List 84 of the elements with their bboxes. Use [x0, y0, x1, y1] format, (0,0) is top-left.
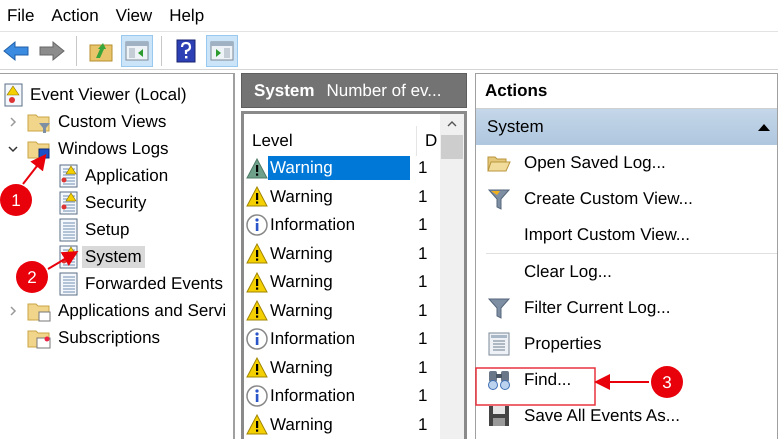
event-level[interactable]: Information — [268, 327, 410, 352]
callout-badge — [16, 261, 48, 293]
tree-item[interactable]: Setup — [82, 218, 132, 240]
properties-icon — [488, 332, 510, 356]
callout-number: 2 — [27, 268, 37, 287]
table-cell-text: 1 — [417, 158, 428, 178]
binoculars-icon — [486, 369, 512, 391]
tree-item[interactable]: Windows Logs — [55, 138, 172, 160]
event-level[interactable]: Warning — [268, 298, 410, 323]
action-link[interactable]: Import Custom View... — [524, 225, 690, 245]
scrollbar[interactable] — [440, 114, 464, 439]
info-icon — [246, 385, 268, 408]
log-warning-icon — [58, 164, 78, 188]
warning-icon — [246, 300, 268, 322]
table-cell-text: 1 — [417, 215, 428, 236]
funnel-icon — [488, 188, 510, 210]
event-level[interactable]: Warning — [268, 412, 410, 437]
tree-item[interactable]: Custom Views — [55, 110, 170, 132]
help-icon — [176, 38, 196, 63]
callout-badge — [0, 184, 32, 216]
warning-icon — [246, 272, 268, 293]
scroll-up-icon[interactable] — [447, 120, 457, 127]
warning-icon — [246, 158, 268, 179]
event-level[interactable]: Information — [268, 384, 410, 408]
menu-item[interactable]: Help — [166, 6, 218, 26]
log-icon — [58, 272, 78, 296]
action-link[interactable]: Find... — [524, 370, 572, 390]
table-cell-text: 1 — [417, 300, 428, 321]
scroll-thumb[interactable] — [441, 135, 463, 159]
tree-pane-icon — [125, 40, 149, 62]
event-level[interactable]: Warning — [268, 156, 410, 180]
warning-icon — [246, 357, 268, 378]
pane-title: System — [253, 80, 316, 100]
warning-icon — [246, 414, 268, 436]
funnel-icon — [488, 297, 510, 319]
log-icon — [58, 218, 78, 242]
menu-item[interactable]: View — [112, 6, 166, 26]
action-link[interactable]: Filter Current Log... — [524, 298, 670, 318]
arrow — [48, 250, 78, 270]
menu-item[interactable]: Action — [48, 6, 113, 26]
column-header[interactable]: D — [417, 131, 437, 151]
table-cell-text: 1 — [417, 329, 428, 350]
action-link[interactable]: Save All Events As... — [524, 406, 680, 426]
event-level[interactable]: Information — [268, 213, 410, 238]
action-pane-icon — [210, 40, 234, 62]
back-arrow-icon — [3, 40, 29, 62]
table-cell-text: 1 — [417, 272, 428, 292]
tree-item[interactable]: Forwarded Events — [82, 272, 226, 294]
warning-icon — [246, 186, 268, 208]
event-level[interactable]: Warning — [268, 184, 410, 209]
event-level[interactable]: Warning — [268, 270, 410, 294]
table-cell-text: 1 — [417, 186, 428, 207]
tree-item[interactable]: Applications and Servi — [55, 300, 230, 322]
action-link[interactable]: Open Saved Log... — [524, 153, 666, 173]
callout-badge — [651, 366, 683, 398]
column-header[interactable]: Level — [244, 131, 416, 151]
event-log-icon — [3, 82, 23, 106]
arrow — [22, 154, 46, 185]
table-cell-text: 1 — [417, 414, 428, 435]
event-level[interactable]: Warning — [268, 242, 410, 266]
table-cell-text: 1 — [417, 244, 428, 264]
action-link[interactable]: Create Custom View... — [524, 189, 693, 209]
tree-item[interactable]: Security — [82, 192, 150, 214]
warning-icon — [246, 243, 268, 264]
info-icon — [246, 214, 268, 236]
action-link[interactable]: Properties — [524, 334, 602, 354]
collapse-triangle-icon — [757, 122, 771, 132]
log-warning-icon — [58, 190, 78, 214]
arrow — [594, 374, 649, 390]
info-icon — [246, 328, 268, 350]
action-link[interactable]: Clear Log... — [524, 262, 612, 282]
group-header[interactable]: System — [476, 109, 777, 145]
tree-item[interactable]: System — [82, 246, 145, 268]
callout-number: 3 — [662, 373, 672, 392]
pane-subtitle: Number of ev... — [326, 80, 442, 100]
tree-item[interactable]: Event Viewer (Local) — [27, 84, 190, 106]
tree-item[interactable]: Subscriptions — [55, 326, 164, 348]
menu-item[interactable]: File — [4, 6, 48, 26]
tree-item[interactable]: Application — [82, 164, 172, 186]
callout-number: 1 — [11, 191, 21, 210]
table-cell-text: 1 — [417, 386, 428, 406]
table-cell-text: 1 — [417, 358, 428, 378]
forward-arrow-icon — [39, 40, 65, 62]
event-level[interactable]: Warning — [268, 356, 410, 380]
